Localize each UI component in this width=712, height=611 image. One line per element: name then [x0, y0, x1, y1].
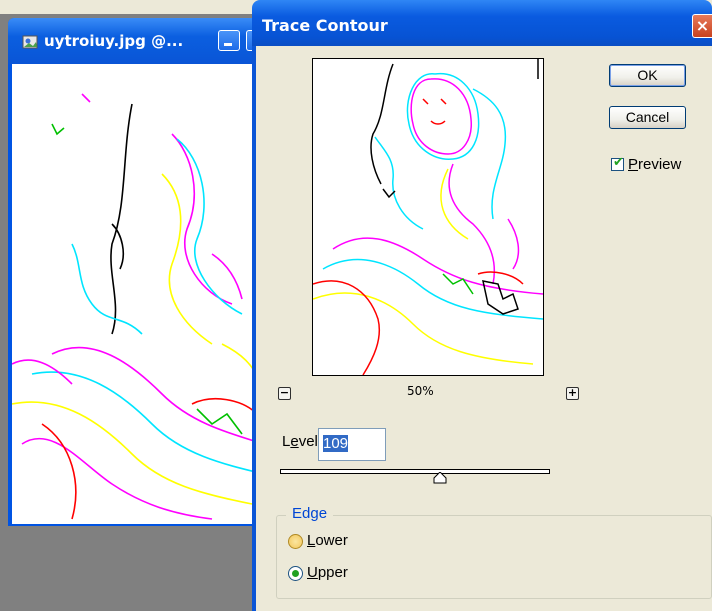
contour-image: [12, 93, 264, 520]
zoom-in-button[interactable]: +: [566, 387, 579, 400]
dialog-title: Trace Contour: [262, 16, 388, 35]
cancel-button[interactable]: Cancel: [609, 106, 686, 129]
zoom-out-button[interactable]: −: [278, 387, 291, 400]
lower-label: Lower: [307, 532, 348, 549]
radio-selected-dot: [292, 570, 299, 577]
document-title: uytroiuy.jpg @...: [44, 32, 184, 50]
image-file-icon: [22, 34, 40, 50]
level-label: Level:: [282, 433, 323, 450]
dialog-border: [252, 46, 256, 611]
level-input[interactable]: 109: [318, 428, 386, 461]
ok-button[interactable]: OK: [609, 64, 686, 87]
trace-contour-dialog: Trace Contour × − 50% + OK Cancel ✔ Prev…: [252, 0, 712, 611]
preview-checkbox[interactable]: ✔: [611, 155, 624, 171]
workspace-lower: [8, 526, 252, 611]
document-canvas[interactable]: [12, 64, 264, 524]
filter-preview[interactable]: [312, 58, 544, 376]
upper-radio[interactable]: [288, 566, 303, 581]
upper-label: Upper: [307, 564, 348, 581]
preview-contour-image: [313, 59, 543, 375]
edge-groupbox: [276, 515, 712, 599]
edge-legend: Edge: [286, 505, 334, 522]
document-window[interactable]: uytroiuy.jpg @...: [8, 18, 268, 528]
level-slider-track[interactable]: [280, 469, 550, 474]
close-icon[interactable]: ×: [692, 14, 712, 38]
lower-radio[interactable]: [288, 534, 303, 549]
dialog-titlebar[interactable]: Trace Contour ×: [252, 0, 712, 46]
checkmark-icon: ✔: [613, 155, 624, 170]
minimize-button[interactable]: [218, 30, 240, 51]
document-titlebar[interactable]: uytroiuy.jpg @...: [8, 18, 268, 64]
preview-label: Preview: [628, 156, 682, 173]
zoom-level-label: 50%: [407, 384, 434, 398]
